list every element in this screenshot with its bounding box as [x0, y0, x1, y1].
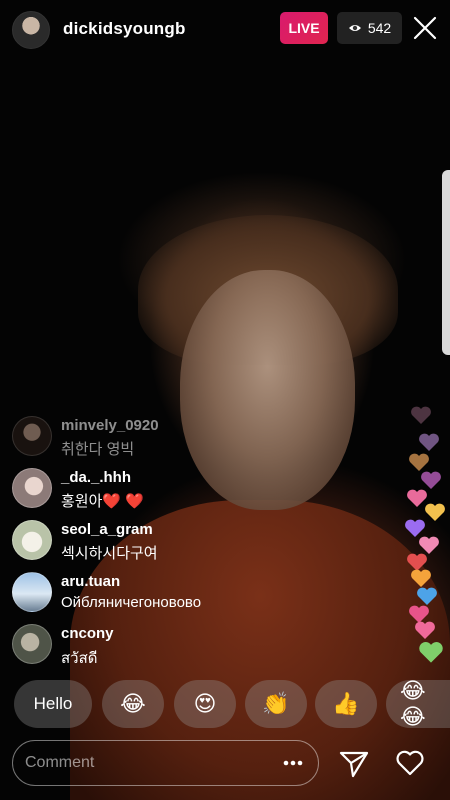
- comment-text: 섹시하시다구여: [61, 545, 158, 562]
- commenter-avatar[interactable]: [12, 624, 52, 664]
- comment-text-main: 홍원아: [61, 493, 103, 510]
- heart-icon: [417, 587, 437, 605]
- heart-icon: [411, 569, 431, 587]
- commenter-avatar[interactable]: [12, 416, 52, 456]
- live-header: dickidsyoungb LIVE 542: [0, 0, 450, 58]
- heart-icon: [415, 621, 435, 639]
- comment-username[interactable]: minvely_0920: [61, 417, 159, 434]
- reaction-thumbs-up-button[interactable]: 👍: [315, 680, 377, 728]
- comment-text: สวัสดี: [61, 650, 98, 667]
- reaction-heart-eyes-button[interactable]: 😍: [174, 680, 236, 728]
- comment-list: minvely_0920 취한다 영빅 _da._.hhh 홍원아❤️ ❤️ s…: [12, 413, 312, 673]
- send-icon[interactable]: [339, 750, 369, 778]
- comment-text: 취한다 영빅: [61, 441, 135, 458]
- comment-username[interactable]: aru.tuan: [61, 573, 120, 590]
- comment-text: Ойбляничегоновово: [61, 594, 202, 611]
- heart-icon: [419, 433, 439, 451]
- reaction-clap-button[interactable]: 👏: [245, 680, 307, 728]
- heart-icon: [409, 453, 429, 471]
- broadcaster-username[interactable]: dickidsyoungb: [63, 19, 186, 39]
- comment-item: _da._.hhh 홍원아❤️ ❤️: [12, 465, 312, 517]
- comment-username[interactable]: _da._.hhh: [61, 469, 131, 486]
- reaction-double-laugh-button[interactable]: 😂😂: [386, 680, 450, 728]
- close-icon[interactable]: [412, 15, 438, 41]
- side-drawer-handle[interactable]: [442, 170, 450, 355]
- viewer-count: 542: [367, 20, 392, 36]
- floating-hearts: [400, 390, 450, 670]
- heart-icon: [421, 471, 441, 489]
- comment-username[interactable]: seol_a_gram: [61, 521, 153, 538]
- commenter-avatar[interactable]: [12, 572, 52, 612]
- comment-hearts: ❤️ ❤️: [102, 493, 144, 510]
- bottom-bar: [0, 740, 450, 790]
- comment-username[interactable]: cnсony: [61, 625, 114, 642]
- commenter-avatar[interactable]: [12, 468, 52, 508]
- reaction-laugh-button[interactable]: 😂: [102, 680, 164, 728]
- quick-reactions-row: Hello 😂 😍 👏 👍 😂😂: [0, 680, 450, 730]
- live-badge: LIVE: [280, 12, 328, 44]
- comment-item: aru.tuan Ойбляничегоновово: [12, 569, 312, 621]
- comment-input[interactable]: [12, 740, 319, 786]
- reaction-hello-button[interactable]: Hello: [14, 680, 92, 728]
- comment-item: minvely_0920 취한다 영빅: [12, 413, 312, 465]
- heart-icon: [411, 406, 431, 424]
- broadcaster-avatar[interactable]: [12, 11, 50, 49]
- comment-text: 홍원아❤️ ❤️: [61, 490, 144, 511]
- heart-icon: [419, 642, 443, 663]
- heart-outline-icon[interactable]: [395, 749, 425, 777]
- commenter-avatar[interactable]: [12, 520, 52, 560]
- viewer-count-badge[interactable]: 542: [337, 12, 402, 44]
- heart-icon: [425, 503, 445, 521]
- eye-icon: [348, 25, 361, 31]
- more-options-icon[interactable]: [283, 760, 303, 766]
- comment-item: cnсony สวัสดี: [12, 621, 312, 673]
- comment-item: seol_a_gram 섹시하시다구여: [12, 517, 312, 569]
